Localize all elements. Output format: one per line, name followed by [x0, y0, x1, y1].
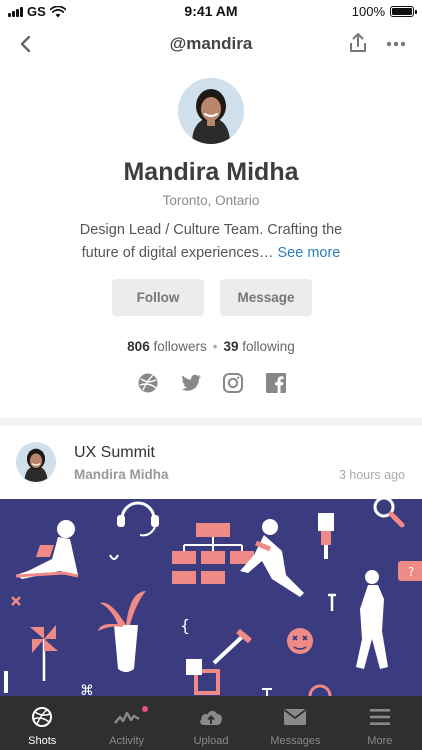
see-more-link[interactable]: See more — [277, 245, 340, 261]
battery-percent: 100% — [351, 4, 385, 19]
following-link[interactable]: 39 following — [223, 339, 294, 354]
following-count: 39 — [223, 339, 239, 354]
status-bar: GS 9:41 AM 100% — [0, 0, 422, 24]
svg-text:{: { — [180, 616, 190, 635]
profile-name: Mandira Midha — [123, 158, 299, 186]
social-links — [137, 372, 287, 396]
shot-title[interactable]: UX Summit — [74, 444, 155, 462]
dribbble-icon[interactable] — [137, 372, 159, 394]
tab-label: Messages — [270, 735, 321, 747]
profile-location: Toronto, Ontario — [162, 193, 260, 208]
profile-bio: Design Lead / Culture Team. Crafting the… — [60, 219, 362, 265]
more-options-icon[interactable] — [384, 32, 408, 56]
profile-avatar[interactable] — [178, 78, 244, 144]
message-button[interactable]: Message — [220, 279, 312, 316]
facebook-icon[interactable] — [265, 372, 287, 394]
share-icon[interactable] — [346, 31, 370, 55]
tab-more[interactable]: More — [338, 696, 422, 750]
bottom-tab-bar: Shots Activity Upload Messages More — [0, 696, 422, 750]
tab-label: Shots — [28, 735, 57, 747]
followers-label: followers — [153, 339, 207, 354]
tab-shots[interactable]: Shots — [0, 696, 84, 750]
profile-header: @mandira — [0, 24, 422, 64]
tab-messages[interactable]: Messages — [253, 696, 337, 750]
dribbble-icon — [32, 707, 53, 727]
tab-label: Upload — [193, 735, 229, 747]
notification-dot — [142, 706, 149, 712]
activity-icon — [113, 711, 140, 724]
following-label: following — [242, 339, 295, 354]
shot-card-header[interactable]: UX Summit Mandira Midha 3 hours ago — [0, 426, 422, 499]
shot-timestamp: 3 hours ago — [338, 468, 405, 482]
battery-icon — [390, 6, 417, 17]
tab-label: More — [367, 735, 393, 747]
author-avatar[interactable] — [16, 442, 56, 482]
tab-upload[interactable]: Upload — [169, 696, 253, 750]
svg-text:⌘: ⌘ — [80, 683, 94, 696]
followers-link[interactable]: 806 followers — [127, 339, 207, 354]
separator-dot: • — [212, 339, 218, 354]
twitter-icon[interactable] — [180, 372, 202, 394]
tab-label: Activity — [109, 735, 145, 747]
tab-activity[interactable]: Activity — [84, 696, 168, 750]
follow-button[interactable]: Follow — [112, 279, 204, 316]
followers-count: 806 — [127, 339, 150, 354]
shot-author[interactable]: Mandira Midha — [74, 467, 169, 482]
shot-image[interactable]: ? { ⌘ — [0, 499, 422, 696]
instagram-icon[interactable] — [222, 372, 244, 394]
section-divider — [0, 418, 422, 426]
menu-icon — [369, 709, 390, 725]
upload-cloud-icon — [200, 710, 223, 725]
ux-summit-illustration: ? { ⌘ — [0, 499, 422, 696]
mail-icon — [284, 709, 307, 725]
svg-text:?: ? — [408, 565, 414, 579]
follow-stats: 806 followers • 39 following — [0, 339, 422, 354]
